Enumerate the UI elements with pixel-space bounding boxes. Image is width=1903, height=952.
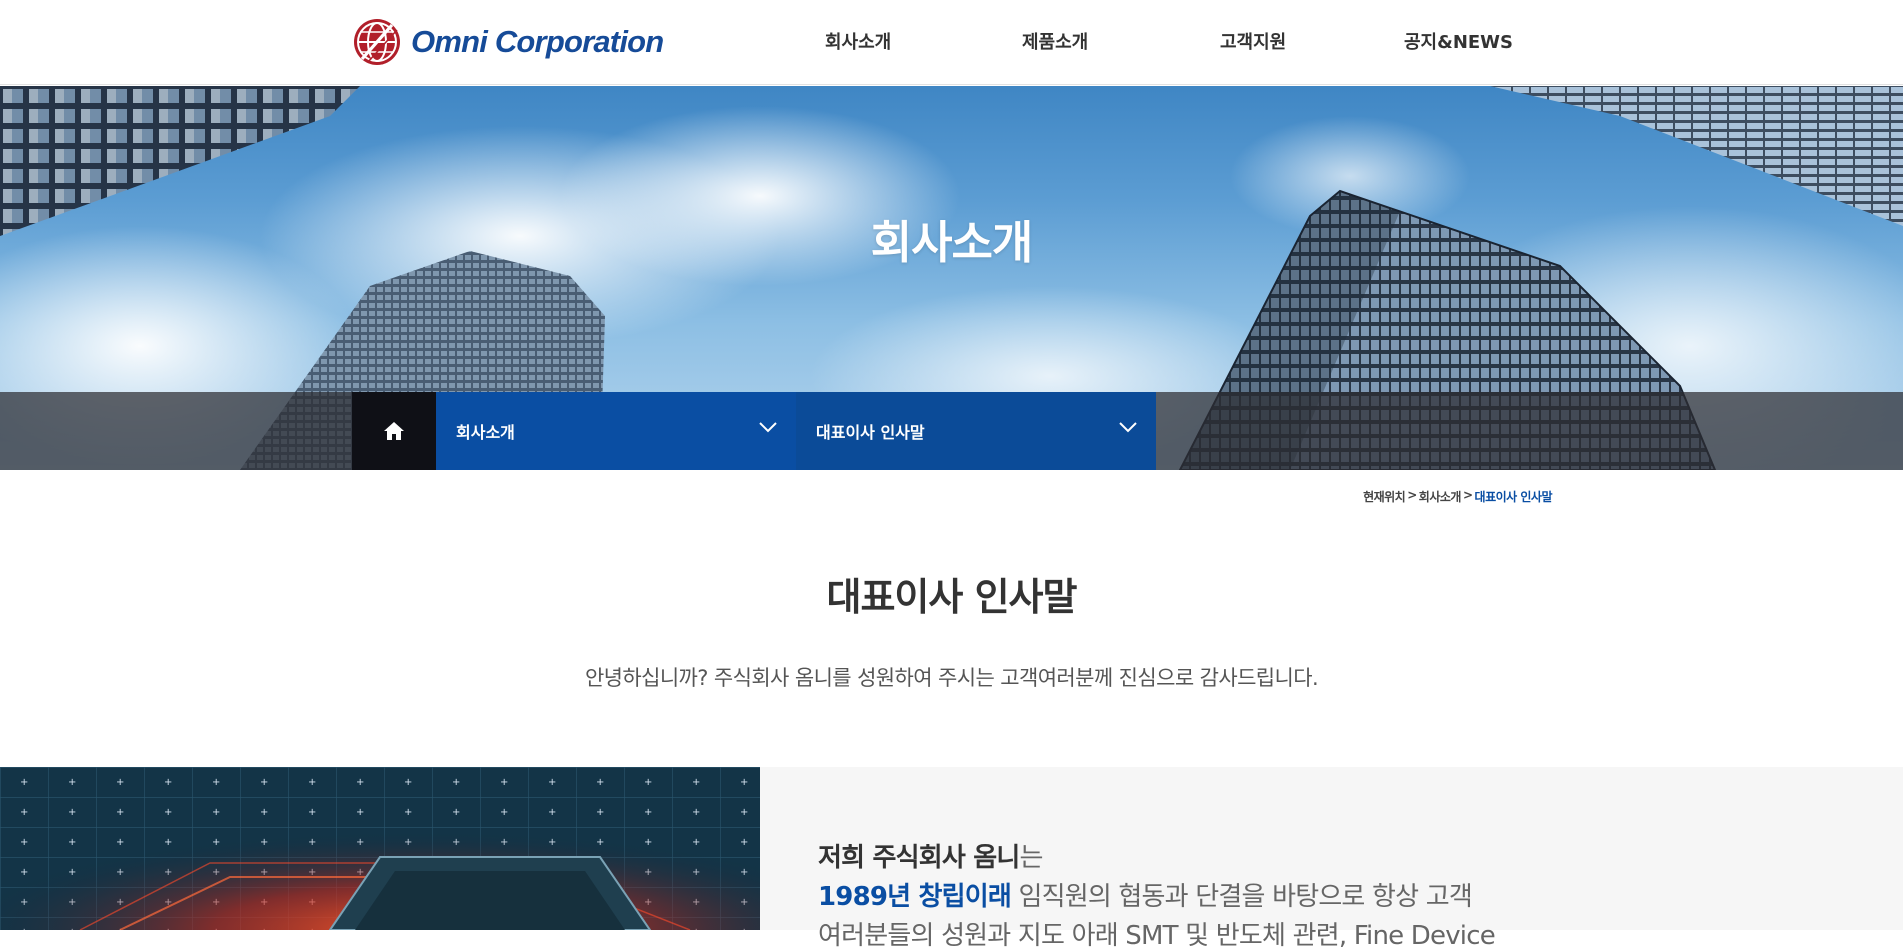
page-dropdown[interactable]: 대표이사 인사말: [796, 392, 1156, 470]
hero-title: 회사소개: [870, 216, 1034, 269]
circuit-board-illustration: +: [0, 767, 760, 930]
section-dropdown[interactable]: 회사소개: [436, 392, 796, 470]
feature-founded-text: 1989년 창립이래: [818, 882, 1012, 912]
sub-navigation-bar: 회사소개 대표이사 인사말: [0, 392, 1903, 470]
site-header: Omni Corporation 회사소개 제품소개 고객지원 공지&NEWS: [0, 0, 1903, 85]
feature-line: 여러분들의 성원과 지도 아래 SMT 및 반도체 관련, Fine Devic…: [818, 921, 1496, 951]
nav-item-support[interactable]: 고객지원: [1220, 28, 1286, 54]
feature-text-panel: 저희 주식회사 옴니는 1989년 창립이래 임직원의 협동과 단결을 바탕으로…: [760, 767, 1903, 951]
breadcrumb: 현재위치 > 회사소개 > 대표이사 인사말: [1363, 488, 1552, 505]
home-icon: [384, 422, 404, 440]
chevron-down-icon: [1119, 422, 1137, 433]
greeting-text: 안녕하십니까? 주식회사 옴니를 성원하여 주시는 고객여러분께 진심으로 감사…: [584, 666, 1319, 690]
feature-line-text: 임직원의 협동과 단결을 바탕으로 항상 고객: [1011, 882, 1472, 912]
page-dropdown-label: 대표이사 인사말: [816, 423, 925, 442]
feature-line-text: 는: [1019, 843, 1043, 873]
breadcrumb-separator: >: [1407, 488, 1417, 502]
nav-item-news[interactable]: 공지&NEWS: [1404, 28, 1513, 54]
nav-item-company[interactable]: 회사소개: [825, 28, 891, 54]
feature-line: 저희 주식회사 옴니는: [818, 837, 1043, 874]
section-dropdown-label: 회사소개: [456, 423, 515, 442]
home-button[interactable]: [352, 392, 436, 470]
feature-company-name: 저희 주식회사 옴니: [818, 843, 1020, 873]
circuit-board-image: +: [0, 767, 760, 930]
page-title: 대표이사 인사말: [826, 575, 1078, 619]
hero-banner: 회사소개 회사소개 대표이사 인사말: [0, 86, 1903, 470]
breadcrumb-item[interactable]: 회사소개: [1419, 488, 1462, 505]
main-nav: 회사소개 제품소개 고객지원 공지&NEWS: [0, 0, 1903, 85]
breadcrumb-item: 현재위치: [1363, 490, 1406, 504]
chevron-down-icon: [759, 422, 777, 433]
nav-item-products[interactable]: 제품소개: [1022, 28, 1088, 54]
breadcrumb-separator: >: [1462, 488, 1473, 502]
breadcrumb-current: 대표이사 인사말: [1474, 490, 1553, 504]
feature-line: 1989년 창립이래 임직원의 협동과 단결을 바탕으로 항상 고객: [818, 876, 1473, 913]
